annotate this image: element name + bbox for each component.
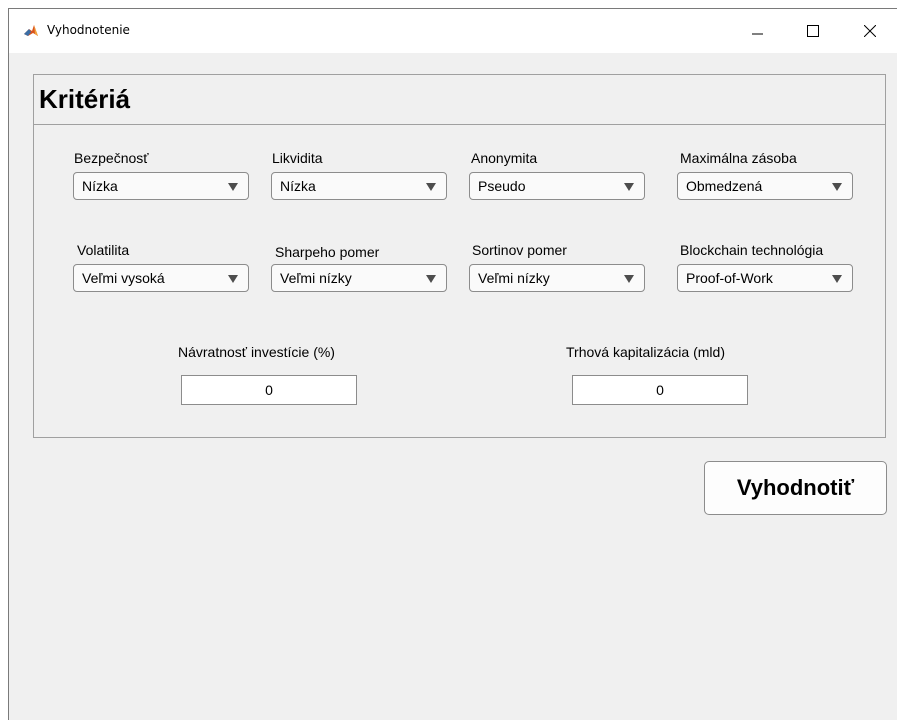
dropdown-arrow-icon: [624, 275, 634, 283]
blockchain-value: Proof-of-Work: [686, 270, 773, 286]
dropdown-arrow-icon: [832, 183, 842, 191]
bezpecnost-dropdown[interactable]: Nízka: [73, 172, 249, 200]
sortino-value: Veľmi nízky: [478, 270, 550, 286]
minimize-icon: [752, 33, 763, 35]
sharpe-dropdown[interactable]: Veľmi nízky: [271, 264, 447, 292]
sortino-dropdown[interactable]: Veľmi nízky: [469, 264, 645, 292]
zasoba-label: Maximálna zásoba: [680, 150, 797, 166]
volatilita-label: Volatilita: [77, 242, 130, 258]
likvidita-value: Nízka: [280, 178, 316, 194]
criteria-panel: Kritériá Bezpečnosť Nízka Likvidita Nízk…: [33, 74, 886, 438]
dropdown-arrow-icon: [624, 183, 634, 191]
anonymita-label: Anonymita: [471, 150, 538, 166]
evaluate-button[interactable]: Vyhodnotiť: [704, 461, 887, 515]
sortino-label: Sortinov pomer: [472, 242, 567, 258]
blockchain-label: Blockchain technológia: [680, 242, 824, 258]
anonymita-dropdown[interactable]: Pseudo: [469, 172, 645, 200]
sharpe-label: Sharpeho pomer: [275, 244, 380, 260]
dropdown-arrow-icon: [426, 183, 436, 191]
kapitalizacia-label: Trhová kapitalizácia (mld): [566, 344, 725, 360]
navratnost-label: Návratnosť investície (%): [178, 344, 335, 360]
sharpe-value: Veľmi nízky: [280, 270, 352, 286]
maximize-icon: [807, 25, 819, 37]
blockchain-dropdown[interactable]: Proof-of-Work: [677, 264, 853, 292]
matlab-icon: [23, 23, 39, 39]
zasoba-dropdown[interactable]: Obmedzená: [677, 172, 853, 200]
maximize-button[interactable]: [790, 9, 836, 53]
anonymita-value: Pseudo: [478, 178, 526, 194]
volatilita-value: Veľmi vysoká: [82, 270, 165, 286]
bezpecnost-value: Nízka: [82, 178, 118, 194]
close-icon: [864, 25, 876, 37]
panel-header: Kritériá: [34, 75, 885, 125]
bezpecnost-label: Bezpečnosť: [74, 150, 149, 166]
likvidita-dropdown[interactable]: Nízka: [271, 172, 447, 200]
panel-title: Kritériá: [39, 84, 131, 114]
minimize-button[interactable]: [735, 9, 781, 53]
app-window: Vyhodnotenie Kritériá Bezpečnosť Nízka L…: [8, 8, 897, 720]
dropdown-arrow-icon: [426, 275, 436, 283]
kapitalizacia-input[interactable]: 0: [572, 375, 748, 405]
dropdown-arrow-icon: [228, 183, 238, 191]
navratnost-input[interactable]: 0: [181, 375, 357, 405]
close-button[interactable]: [847, 9, 893, 53]
dropdown-arrow-icon: [832, 275, 842, 283]
dropdown-arrow-icon: [228, 275, 238, 283]
title-bar[interactable]: Vyhodnotenie: [9, 9, 897, 53]
window-title: Vyhodnotenie: [47, 23, 130, 37]
volatilita-dropdown[interactable]: Veľmi vysoká: [73, 264, 249, 292]
zasoba-value: Obmedzená: [686, 178, 763, 194]
likvidita-label: Likvidita: [272, 150, 323, 166]
